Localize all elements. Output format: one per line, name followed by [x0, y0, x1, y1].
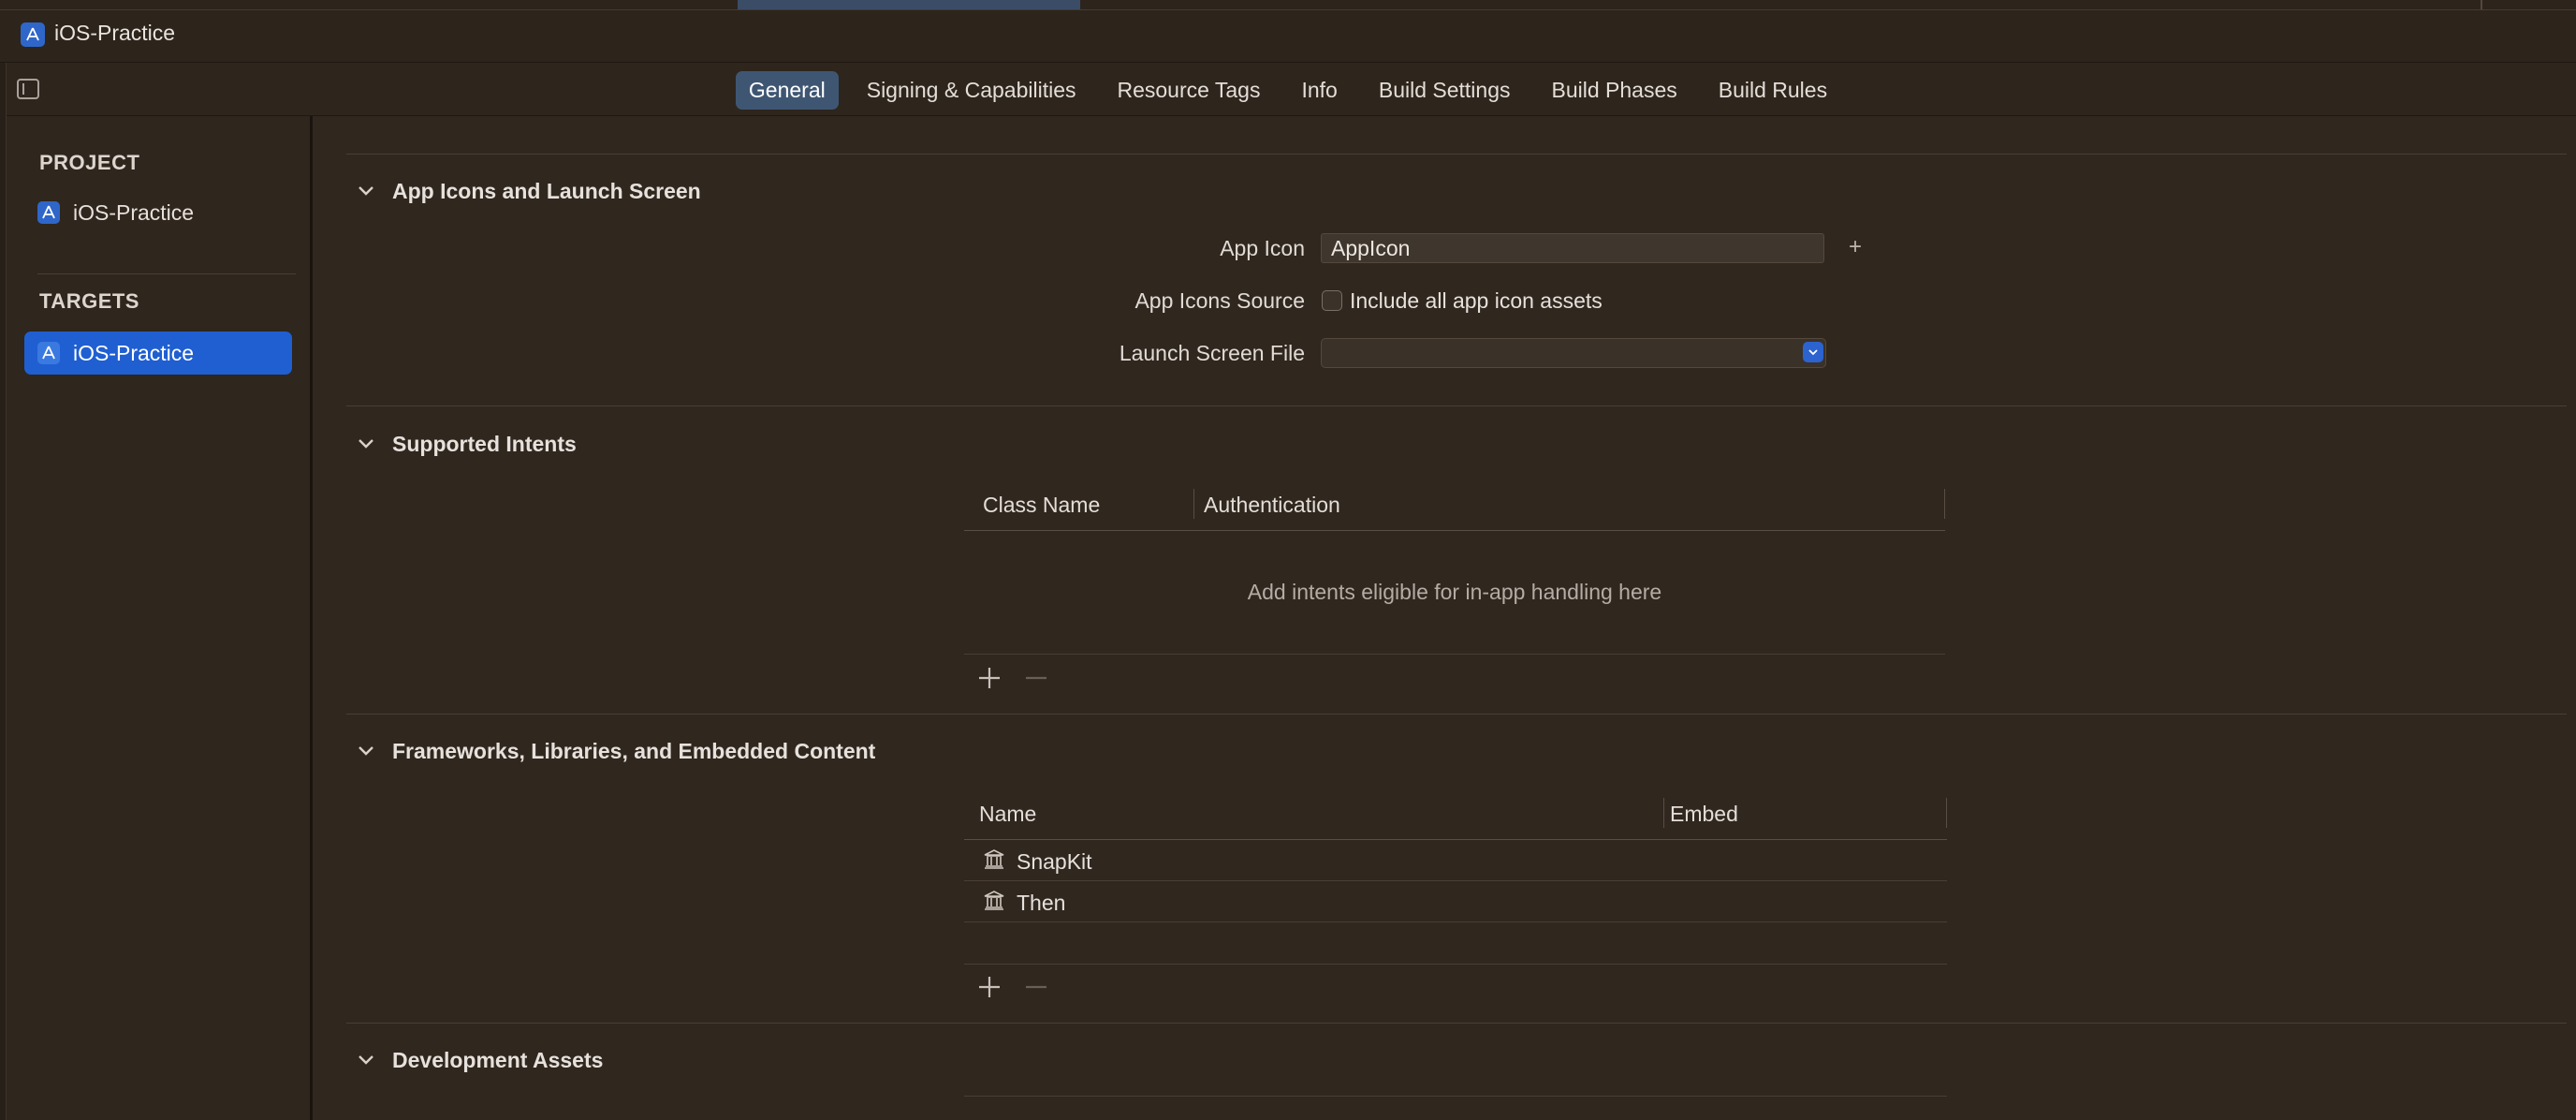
window-title: iOS-Practice: [54, 21, 176, 45]
sidebar-item-label: iOS-Practice: [73, 199, 195, 225]
section-divider: [346, 714, 2567, 715]
column-separator: [1663, 798, 1664, 828]
add-app-icon-button[interactable]: +: [1849, 234, 1862, 260]
tab-build-rules[interactable]: Build Rules: [1705, 71, 1840, 110]
tab-build-phases[interactable]: Build Phases: [1539, 71, 1690, 110]
title-bar-separator: [2481, 0, 2482, 9]
sidebar-item-target[interactable]: iOS-Practice: [24, 332, 292, 375]
chevron-down-icon[interactable]: [357, 1051, 375, 1069]
chevron-down-icon[interactable]: [1803, 342, 1823, 362]
table-top-rule: [964, 1096, 1947, 1097]
table-header-rule: [964, 839, 1947, 840]
include-all-icons-checkbox[interactable]: [1322, 290, 1342, 311]
section-title: Supported Intents: [392, 431, 577, 456]
window-tab-indicator[interactable]: [738, 0, 1080, 9]
app-icon-field[interactable]: AppIcon: [1321, 233, 1824, 263]
tab-resource-tags[interactable]: Resource Tags: [1104, 71, 1273, 110]
row-divider: [964, 921, 1947, 922]
chevron-down-icon[interactable]: [357, 742, 375, 760]
column-separator: [1944, 489, 1945, 519]
app-icon-label: App Icon: [1220, 236, 1305, 260]
sidebar-divider: [37, 273, 296, 274]
launch-screen-label: Launch Screen File: [1119, 341, 1305, 365]
targets-heading: TARGETS: [39, 289, 139, 313]
add-framework-button[interactable]: [975, 973, 1003, 1001]
tab-build-settings[interactable]: Build Settings: [1366, 71, 1524, 110]
column-header-name[interactable]: Name: [979, 802, 1036, 827]
add-intent-button[interactable]: [975, 664, 1003, 692]
library-icon: [983, 848, 1005, 875]
sidebar-item-label: iOS-Practice: [73, 340, 195, 365]
window-left-edge: [0, 63, 7, 1120]
table-row[interactable]: SnapKit: [983, 847, 1092, 877]
project-navigator-sidebar: [7, 116, 313, 1120]
section-title: Frameworks, Libraries, and Embedded Cont…: [392, 738, 876, 763]
column-separator: [1946, 798, 1947, 828]
library-icon: [983, 890, 1005, 916]
table-footer-rule: [964, 654, 1945, 655]
target-icon: [37, 342, 60, 364]
project-icon: [37, 201, 60, 224]
sidebar-item-project[interactable]: iOS-Practice: [37, 199, 194, 227]
column-header-authentication[interactable]: Authentication: [1204, 493, 1340, 518]
section-intents-header[interactable]: Supported Intents: [357, 429, 577, 459]
section-title: Development Assets: [392, 1047, 604, 1072]
section-divider: [346, 1023, 2567, 1024]
section-app-icons-header[interactable]: App Icons and Launch Screen: [357, 176, 701, 206]
remove-intent-button[interactable]: [1022, 664, 1050, 692]
column-header-embed[interactable]: Embed: [1670, 802, 1738, 827]
project-heading: PROJECT: [39, 151, 140, 174]
title-bar-divider: [0, 9, 2576, 10]
table-footer-rule: [964, 964, 1947, 965]
section-divider: [346, 154, 2567, 155]
section-dev-assets-header[interactable]: Development Assets: [357, 1045, 603, 1075]
include-all-icons-label: Include all app icon assets: [1350, 288, 1603, 313]
section-frameworks-header[interactable]: Frameworks, Libraries, and Embedded Cont…: [357, 736, 875, 766]
xcode-app-icon: [21, 22, 45, 47]
intents-empty-message: Add intents eligible for in-app handling…: [1247, 580, 1662, 604]
app-icons-source-label: App Icons Source: [1134, 288, 1305, 313]
section-divider: [346, 405, 2567, 406]
editor-tabs: General Signing & Capabilities Resource …: [0, 70, 2576, 110]
framework-name: SnapKit: [1017, 848, 1092, 874]
chevron-down-icon[interactable]: [357, 182, 375, 200]
tab-general[interactable]: General: [735, 70, 839, 110]
column-header-class-name[interactable]: Class Name: [983, 493, 1100, 518]
tab-signing-capabilities[interactable]: Signing & Capabilities: [854, 71, 1090, 110]
launch-screen-popup[interactable]: [1321, 338, 1826, 368]
framework-name: Then: [1017, 890, 1066, 915]
remove-framework-button[interactable]: [1022, 973, 1050, 1001]
row-divider: [964, 880, 1947, 881]
tab-info[interactable]: Info: [1288, 71, 1350, 110]
table-row[interactable]: Then: [983, 888, 1065, 918]
column-separator: [1193, 489, 1194, 519]
chevron-down-icon[interactable]: [357, 435, 375, 453]
section-title: App Icons and Launch Screen: [392, 178, 701, 203]
table-header-rule: [964, 530, 1945, 531]
